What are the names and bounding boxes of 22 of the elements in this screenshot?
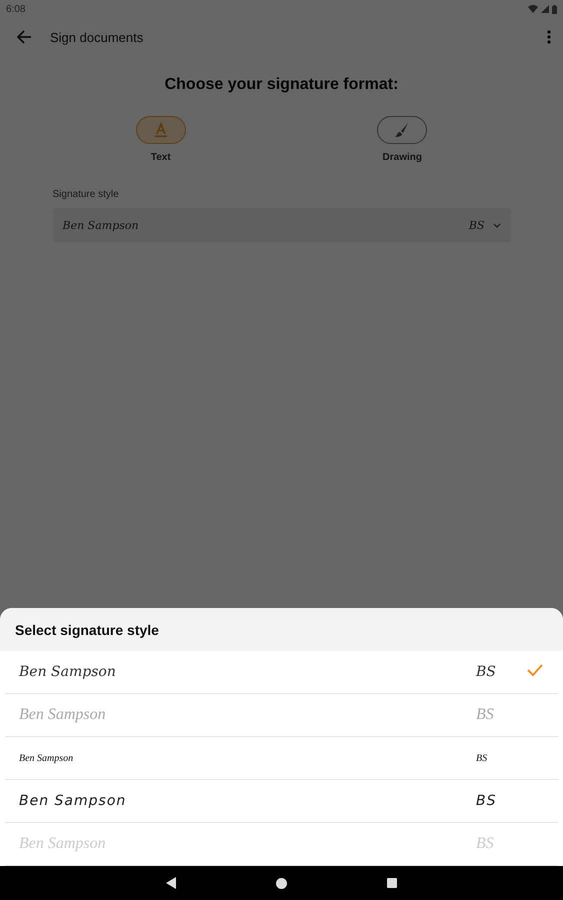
caret-icon — [492, 222, 500, 228]
signature-option[interactable]: Ben Sampson BS — [5, 651, 558, 694]
battery-icon — [552, 4, 557, 14]
signature-option[interactable]: Ben Sampson BS — [5, 737, 558, 780]
sheet-title: Select signature style — [15, 622, 159, 638]
field-label: Signature style — [52, 189, 120, 200]
toolbar-title: Sign documents — [50, 30, 144, 44]
format-label: Drawing — [382, 152, 422, 163]
text-format-icon — [152, 122, 169, 138]
back-arrow-icon[interactable] — [16, 29, 32, 45]
page-heading: Choose your signature format: — [164, 76, 398, 94]
status-time: 6:08 — [6, 4, 26, 14]
more-options-icon[interactable] — [547, 30, 551, 44]
format-option[interactable] — [136, 116, 186, 144]
signal-icon — [541, 5, 549, 13]
signature-option[interactable]: Ben Sampson BS — [5, 780, 558, 823]
format-option[interactable] — [377, 116, 428, 144]
checkmark-icon — [526, 663, 544, 677]
wifi-icon — [528, 5, 538, 13]
back-nav-icon[interactable] — [166, 877, 176, 889]
home-nav-icon[interactable] — [276, 878, 287, 888]
format-label: Text — [150, 152, 171, 163]
